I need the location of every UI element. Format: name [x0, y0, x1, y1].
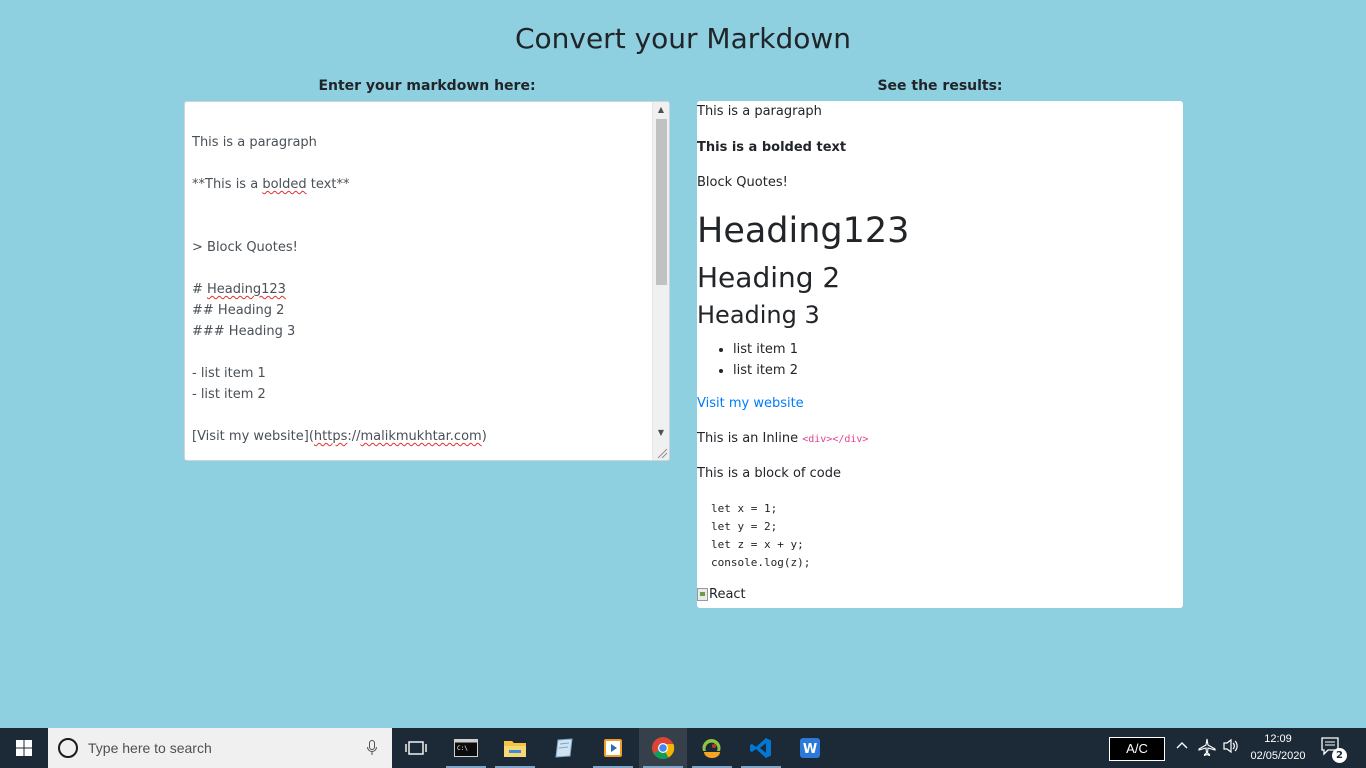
- code-block: let x = 1; let y = 2; let z = x + y; con…: [711, 502, 811, 569]
- preview-label: See the results:: [877, 78, 1003, 94]
- scroll-up-icon[interactable]: ▲: [653, 102, 669, 117]
- preview-heading-3: Heading 3: [697, 301, 820, 329]
- markdown-editor[interactable]: This is a paragraph **This is a bolded te…: [184, 101, 670, 461]
- task-view-icon: [405, 741, 427, 755]
- taskbar-media-player[interactable]: [589, 728, 637, 768]
- volume-icon[interactable]: [1222, 738, 1240, 758]
- ac-indicator[interactable]: A/C: [1109, 737, 1165, 761]
- editor-scrollbar[interactable]: ▲ ▼: [652, 102, 669, 460]
- windows-icon: [16, 740, 32, 756]
- spellcheck-word: Heading123: [207, 282, 286, 297]
- preview-paragraph: This is a paragraph: [697, 104, 822, 119]
- taskbar-file-explorer[interactable]: [491, 728, 539, 768]
- editor-label: Enter your markdown here:: [318, 78, 536, 94]
- taskbar: Type here to search C:\ W A/C 12:09 02/0…: [0, 728, 1366, 768]
- taskbar-chameleon-app[interactable]: [688, 728, 736, 768]
- preview-bold: This is a bolded text: [697, 140, 847, 155]
- preview-block-intro: This is a block of code: [697, 466, 841, 481]
- spellcheck-word: bolded: [262, 177, 307, 192]
- vscode-icon: [750, 738, 771, 758]
- website-link[interactable]: Visit my website: [697, 396, 804, 411]
- terminal-icon: C:\: [454, 739, 478, 757]
- react-image: React: [697, 587, 746, 602]
- preview-inline: This is an Inline <div></div>: [697, 431, 869, 446]
- scroll-down-icon[interactable]: ▼: [653, 425, 669, 440]
- spellcheck-word: https: [313, 429, 348, 444]
- preview-heading-2: Heading 2: [697, 261, 841, 294]
- notification-badge: 2: [1332, 748, 1347, 763]
- inline-code: <div></div>: [802, 434, 869, 445]
- resize-grip-icon[interactable]: [654, 445, 668, 459]
- microphone-icon[interactable]: [366, 740, 378, 756]
- taskbar-search[interactable]: Type here to search: [48, 728, 392, 768]
- preview-list: list item 1 list item 2: [733, 339, 798, 381]
- markdown-text[interactable]: This is a paragraph **This is a bolded te…: [192, 111, 649, 447]
- page-title: Convert your Markdown: [514, 22, 852, 55]
- svg-text:W: W: [803, 742, 817, 757]
- svg-text:C:\: C:\: [457, 745, 468, 752]
- airplane-mode-icon[interactable]: [1198, 738, 1216, 760]
- taskbar-wps[interactable]: W: [786, 728, 834, 768]
- preview-panel: This is a paragraph This is a bolded tex…: [697, 101, 1183, 608]
- list-item: list item 2: [733, 360, 798, 381]
- show-hidden-icons-icon[interactable]: [1176, 738, 1188, 754]
- scroll-thumb[interactable]: [656, 119, 667, 285]
- taskbar-notes[interactable]: [540, 728, 588, 768]
- taskbar-terminal[interactable]: C:\: [442, 728, 490, 768]
- system-clock[interactable]: 12:09 02/05/2020: [1244, 731, 1312, 765]
- taskbar-vscode[interactable]: [737, 728, 785, 768]
- chrome-icon: [652, 737, 675, 759]
- folder-icon: [504, 741, 526, 757]
- search-placeholder: Type here to search: [88, 740, 212, 756]
- preview-heading-1: Heading123: [697, 211, 910, 251]
- spellcheck-word: malikmukhtar.com: [360, 429, 482, 444]
- start-button[interactable]: [0, 728, 48, 768]
- wps-writer-icon: W: [800, 738, 820, 758]
- list-item: list item 1: [733, 339, 798, 360]
- taskbar-chrome[interactable]: [639, 728, 687, 768]
- notes-icon: [555, 738, 573, 758]
- broken-image-icon: [697, 588, 708, 601]
- chameleon-icon: [702, 739, 721, 758]
- clock-time: 12:09: [1264, 733, 1292, 745]
- task-view-button[interactable]: [392, 728, 440, 768]
- cortana-icon: [58, 738, 78, 758]
- clock-date: 02/05/2020: [1250, 750, 1306, 762]
- preview-blockquote: Block Quotes!: [697, 175, 788, 190]
- media-player-icon: [604, 739, 622, 757]
